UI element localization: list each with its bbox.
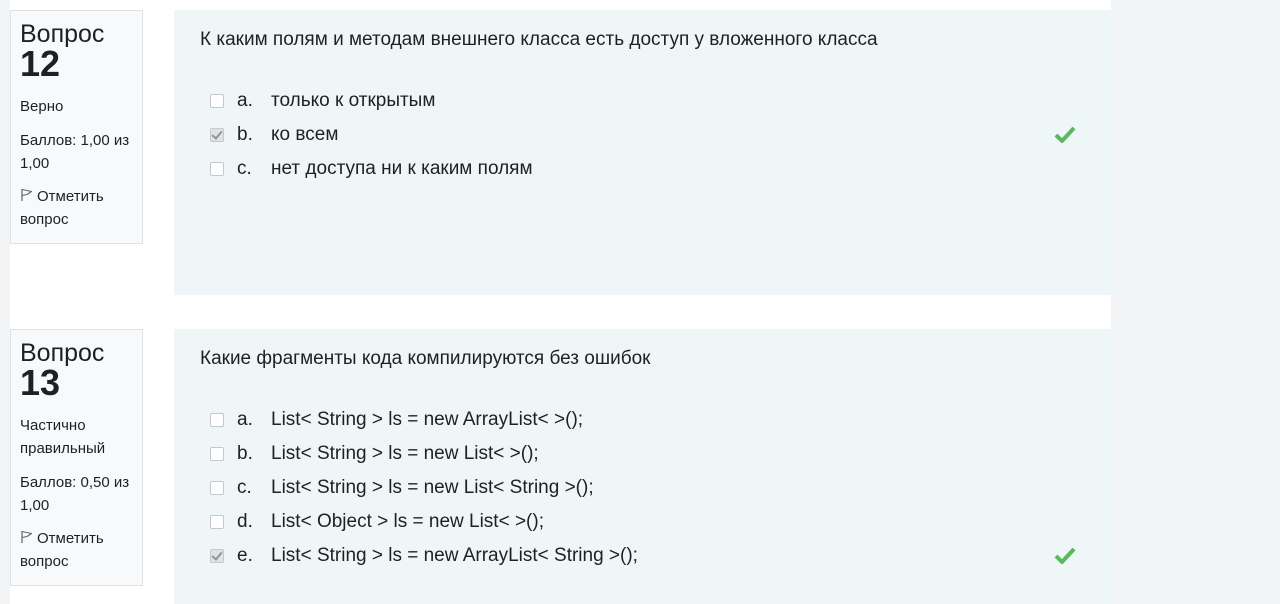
answer-checkbox[interactable] — [210, 481, 224, 495]
answer-text: List< String > ls = new List< String >()… — [271, 477, 594, 498]
flag-icon — [21, 530, 33, 543]
flag-question-link[interactable]: Отметить вопрос — [20, 185, 133, 231]
answer-option: b. List< String > ls = new List< >(); — [200, 437, 1085, 471]
answer-letter: e. — [237, 545, 253, 566]
answer-checkbox[interactable] — [210, 413, 224, 427]
question-text: К каким полям и методам внешнего класса … — [200, 29, 878, 50]
question-content-12: К каким полям и методам внешнего класса … — [174, 10, 1111, 295]
question-grade: Баллов: 0,50 из 1,00 — [20, 474, 130, 514]
answer-checkbox[interactable] — [210, 162, 224, 176]
answer-text: ко всем — [271, 124, 339, 145]
answer-text: List< Object > ls = new List< >(); — [271, 511, 544, 532]
answer-letter: c. — [237, 477, 252, 498]
flag-question-link[interactable]: Отметить вопрос — [20, 527, 133, 573]
answer-text: List< String > ls = new ArrayList< Strin… — [271, 545, 638, 566]
answer-text: List< String > ls = new ArrayList< >(); — [271, 409, 584, 430]
left-gutter — [0, 0, 10, 604]
answer-option: c. List< String > ls = new List< String … — [200, 471, 1085, 505]
answer-text: List< String > ls = new List< >(); — [271, 443, 539, 464]
question-content-13: Какие фрагменты кода компилируются без о… — [174, 329, 1111, 604]
answer-option: d. List< Object > ls = new List< >(); — [200, 505, 1085, 539]
quiz-review-page: Вопрос 12 Верно Баллов: 1,00 из 1,00 Отм… — [0, 0, 1280, 604]
question-number: 13 — [20, 362, 61, 403]
answer-option: a. только к открытым — [200, 84, 1085, 118]
question-grade: Баллов: 1,00 из 1,00 — [20, 132, 130, 172]
question-number: 12 — [20, 43, 61, 84]
answer-letter: b. — [237, 443, 253, 464]
question-state: Верно — [20, 98, 64, 115]
answer-text: только к открытым — [271, 90, 436, 111]
question-info-12: Вопрос 12 Верно Баллов: 1,00 из 1,00 Отм… — [10, 10, 143, 244]
answer-checkbox[interactable] — [210, 94, 224, 108]
answer-option: c. нет доступа ни к каким полям — [200, 152, 1085, 186]
correct-check-icon — [1054, 126, 1076, 143]
question-info-13: Вопрос 13 Частично правильный Баллов: 0,… — [10, 329, 143, 586]
question-state: Частично правильный — [20, 417, 106, 457]
answer-checkbox[interactable] — [210, 128, 224, 142]
answer-text: нет доступа ни к каким полям — [271, 158, 533, 179]
answer-checkbox[interactable] — [210, 447, 224, 461]
answer-option: a. List< String > ls = new ArrayList< >(… — [200, 403, 1085, 437]
question-text: Какие фрагменты кода компилируются без о… — [200, 348, 651, 369]
answer-option: b. ко всем — [200, 118, 1085, 152]
answer-letter: d. — [237, 511, 253, 532]
answer-letter: b. — [237, 124, 253, 145]
correct-check-icon — [1054, 547, 1076, 564]
right-gutter — [1111, 0, 1280, 604]
answer-checkbox[interactable] — [210, 549, 224, 563]
answer-letter: a. — [237, 409, 253, 430]
answer-checkbox[interactable] — [210, 515, 224, 529]
answer-letter: c. — [237, 158, 252, 179]
flag-icon — [21, 188, 33, 201]
answer-option: e. List< String > ls = new ArrayList< St… — [200, 539, 1085, 573]
answer-letter: a. — [237, 90, 253, 111]
